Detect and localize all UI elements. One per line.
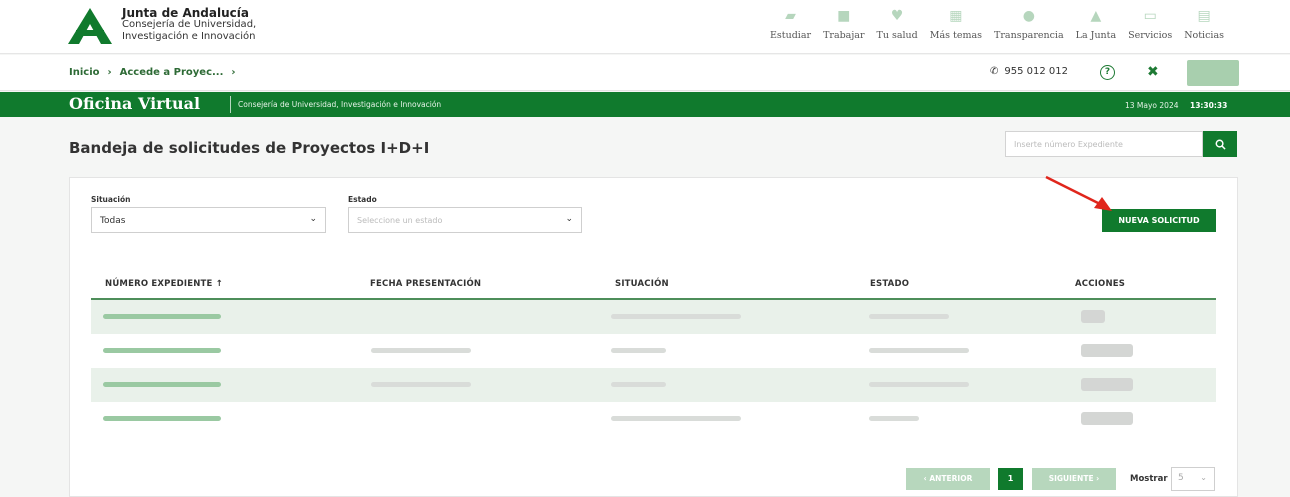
annotation-arrow-icon bbox=[1045, 175, 1112, 211]
pagination-page-1[interactable]: 1 bbox=[998, 468, 1023, 490]
nav-transparencia[interactable]: ● Transparencia bbox=[988, 8, 1070, 41]
table-row[interactable] bbox=[91, 402, 1216, 436]
nav-noticias[interactable]: ▤ Noticias bbox=[1178, 8, 1230, 41]
estado-placeholder: Seleccione un estado bbox=[357, 216, 443, 225]
phone-icon: ✆ bbox=[990, 66, 999, 77]
breadcrumb-accede[interactable]: Accede a Proyec... bbox=[120, 67, 224, 78]
grid-icon: ▦ bbox=[949, 8, 963, 24]
actions-redacted[interactable] bbox=[1081, 378, 1133, 391]
situacion-value: Todas bbox=[100, 216, 126, 226]
tools-icon[interactable]: ✖ bbox=[1147, 64, 1159, 80]
th-estado[interactable]: ESTADO bbox=[870, 279, 909, 289]
situacion-label: Situación bbox=[91, 195, 131, 204]
estado-select[interactable]: Seleccione un estado ⌄ bbox=[348, 207, 582, 233]
page-size-label: Mostrar bbox=[1130, 474, 1168, 484]
chevron-down-icon: ⌄ bbox=[309, 214, 317, 224]
consejeria-subtitle: Consejería de Universidad, Investigación… bbox=[238, 100, 442, 109]
brand-block[interactable]: Junta de Andalucía Consejería de Univers… bbox=[122, 7, 256, 43]
org-sub2: Investigación e Innovación bbox=[122, 31, 256, 42]
breadcrumb: Inicio › Accede a Proyec... › bbox=[69, 67, 236, 78]
nueva-solicitud-button[interactable]: NUEVA SOLICITUD bbox=[1102, 209, 1216, 232]
top-header: Junta de Andalucía Consejería de Univers… bbox=[0, 0, 1290, 54]
estado-label: Estado bbox=[348, 195, 377, 204]
page-title: Bandeja de solicitudes de Proyectos I+D+… bbox=[69, 139, 430, 157]
estado-redacted bbox=[869, 382, 969, 387]
pagination-prev-button[interactable]: ‹ ANTERIOR bbox=[906, 468, 990, 490]
graduation-cap-icon: ▰ bbox=[785, 8, 796, 24]
current-time: 13:30:33 bbox=[1190, 101, 1228, 110]
org-name: Junta de Andalucía bbox=[122, 6, 249, 20]
actions-redacted[interactable] bbox=[1081, 310, 1105, 323]
table-row[interactable] bbox=[91, 368, 1216, 402]
breadcrumb-bar: Inicio › Accede a Proyec... › ✆ 955 012 … bbox=[0, 55, 1290, 91]
situacion-redacted bbox=[611, 416, 741, 421]
nav-servicios[interactable]: ▭ Servicios bbox=[1122, 8, 1178, 41]
breadcrumb-separator: › bbox=[107, 67, 112, 78]
expediente-link-redacted[interactable] bbox=[103, 382, 221, 387]
junta-logo-icon[interactable] bbox=[68, 8, 112, 44]
th-acciones: ACCIONES bbox=[1075, 279, 1126, 289]
estado-redacted bbox=[869, 314, 949, 319]
situacion-select[interactable]: Todas ⌄ bbox=[91, 207, 326, 233]
fecha-redacted bbox=[371, 382, 471, 387]
actions-redacted[interactable] bbox=[1081, 344, 1133, 357]
laptop-icon: ▭ bbox=[1143, 8, 1157, 24]
chevron-down-icon: ⌄ bbox=[565, 214, 573, 224]
estado-redacted bbox=[869, 416, 919, 421]
heart-pulse-icon: ♥ bbox=[890, 8, 904, 24]
current-date: 13 Mayo 2024 bbox=[1125, 101, 1179, 110]
actions-redacted[interactable] bbox=[1081, 412, 1133, 425]
expediente-link-redacted[interactable] bbox=[103, 348, 221, 353]
sort-asc-icon: ↑ bbox=[215, 279, 224, 289]
estado-redacted bbox=[869, 348, 969, 353]
phone-number: 955 012 012 bbox=[1004, 66, 1069, 77]
user-menu-avatar[interactable] bbox=[1187, 60, 1239, 86]
nav-estudiar[interactable]: ▰ Estudiar bbox=[764, 8, 817, 41]
junta-small-icon: ▲ bbox=[1090, 8, 1102, 24]
th-situacion[interactable]: SITUACIÓN bbox=[615, 279, 669, 289]
breadcrumb-inicio[interactable]: Inicio bbox=[69, 67, 100, 78]
expediente-search-input[interactable]: Inserte número Expediente bbox=[1005, 131, 1203, 157]
th-numero-expediente[interactable]: NÚMERO EXPEDIENTE ↑ bbox=[105, 279, 223, 289]
main-nav: ▰ Estudiar ■ Trabajar ♥ Tu salud ▦ Más t… bbox=[764, 8, 1230, 41]
title-divider bbox=[230, 96, 231, 113]
org-sub1: Consejería de Universidad, bbox=[122, 19, 257, 30]
situacion-redacted bbox=[611, 314, 741, 319]
oficina-virtual-bar: Oficina Virtual Consejería de Universida… bbox=[0, 92, 1290, 117]
situacion-redacted bbox=[611, 382, 666, 387]
search-button[interactable] bbox=[1203, 131, 1237, 157]
newspaper-icon: ▤ bbox=[1197, 8, 1211, 24]
table-row[interactable] bbox=[91, 300, 1216, 334]
page-size-select[interactable]: 5 ⌄ bbox=[1171, 467, 1215, 491]
nav-mas-temas[interactable]: ▦ Más temas bbox=[924, 8, 988, 41]
expediente-link-redacted[interactable] bbox=[103, 314, 221, 319]
search-icon bbox=[1215, 139, 1226, 150]
drop-icon: ● bbox=[1022, 8, 1035, 24]
th-fecha-presentacion[interactable]: FECHA PRESENTACIÓN bbox=[370, 279, 481, 289]
table-row[interactable] bbox=[91, 334, 1216, 368]
solicitudes-card: Situación Todas ⌄ Estado Seleccione un e… bbox=[69, 177, 1238, 497]
expediente-link-redacted[interactable] bbox=[103, 416, 221, 421]
briefcase-icon: ■ bbox=[837, 8, 851, 24]
fecha-redacted bbox=[371, 348, 471, 353]
breadcrumb-separator: › bbox=[231, 67, 236, 78]
help-icon[interactable]: ? bbox=[1100, 65, 1115, 80]
nav-tu-salud[interactable]: ♥ Tu salud bbox=[871, 8, 924, 41]
chevron-down-icon: ⌄ bbox=[1200, 473, 1207, 482]
phone-link[interactable]: ✆ 955 012 012 bbox=[990, 66, 1068, 77]
nav-la-junta[interactable]: ▲ La Junta bbox=[1070, 8, 1123, 41]
situacion-redacted bbox=[611, 348, 666, 353]
oficina-virtual-title[interactable]: Oficina Virtual bbox=[69, 94, 200, 113]
page-size-value: 5 bbox=[1178, 473, 1184, 483]
pagination-next-button[interactable]: SIGUIENTE › bbox=[1032, 468, 1116, 490]
nav-trabajar[interactable]: ■ Trabajar bbox=[817, 8, 870, 41]
